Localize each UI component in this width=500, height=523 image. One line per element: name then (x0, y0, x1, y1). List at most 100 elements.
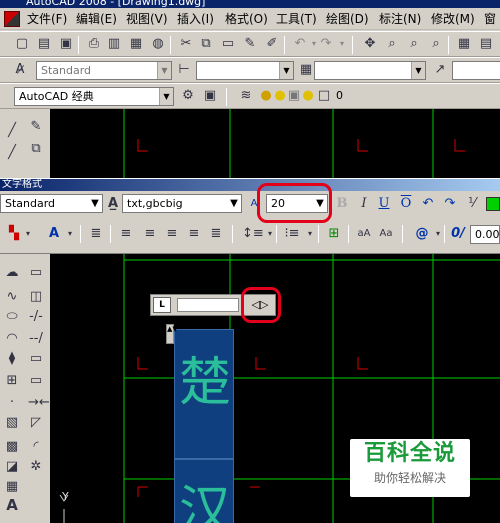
multileader-style-select[interactable] (452, 61, 500, 80)
chamfer-icon[interactable]: ◸ (28, 415, 44, 431)
ellipse-icon[interactable]: ⬭ (4, 309, 20, 325)
point-icon[interactable]: · (4, 395, 20, 411)
cut-icon[interactable]: ✂ (178, 36, 194, 52)
publish-icon[interactable]: ▦ (128, 36, 144, 52)
text-style-select[interactable]: Standard ▼ (36, 61, 172, 80)
workspace-settings-icon[interactable]: ⚙ (180, 88, 196, 104)
line-icon[interactable]: ╱ (4, 123, 20, 139)
join-icon[interactable]: →← (28, 395, 50, 411)
justify-icon[interactable]: ≡ (186, 226, 202, 242)
underline-button[interactable]: U (376, 196, 392, 212)
zoom-window-icon[interactable]: ⌕ (406, 36, 422, 52)
multiline-text-icon[interactable]: A (4, 497, 20, 513)
oblique-angle-input[interactable]: 0.000 (470, 225, 500, 244)
chevron-down-icon[interactable]: ▼ (227, 195, 241, 212)
construction-line-icon[interactable]: ╱ (4, 145, 20, 161)
stack-icon[interactable]: ⅟ (464, 196, 480, 212)
text-editor-area[interactable]: 楚 (174, 329, 234, 459)
table-style-icon[interactable]: ▦ (298, 62, 314, 78)
zoom-realtime-icon[interactable]: ⌕ (384, 36, 400, 52)
multileader-style-icon[interactable]: ↗ (432, 62, 448, 78)
color-swatch[interactable] (486, 197, 500, 211)
align-left-icon[interactable]: ≡ (118, 226, 134, 242)
ruler-scale[interactable] (177, 298, 239, 312)
menu-edit[interactable]: 编辑(E) (76, 11, 117, 27)
chevron-down-icon[interactable]: ▼ (159, 88, 173, 105)
layer-manager-icon[interactable]: ≋ (238, 88, 254, 104)
ellipse-arc-icon[interactable]: ◠ (4, 331, 20, 347)
uppercase-button[interactable]: aA (356, 226, 372, 242)
chevron-down-icon[interactable]: ▼ (411, 62, 425, 79)
redo-dropdown-icon[interactable]: ▾ (334, 36, 350, 52)
menu-file[interactable]: 文件(F) (27, 11, 67, 27)
text-editor-area-lower[interactable]: 汉 (174, 459, 234, 523)
scale-icon[interactable]: ▭ (28, 265, 44, 281)
new-icon[interactable]: ▢ (14, 36, 30, 52)
gradient-icon[interactable]: ▩ (4, 439, 20, 455)
line-spacing-icon[interactable]: ↕≡ (242, 226, 264, 242)
undo-icon[interactable]: ↶ (420, 196, 436, 212)
make-block-icon[interactable]: ⊞ (4, 373, 20, 389)
height-resize-handle[interactable]: ▲▼ (166, 324, 178, 344)
layer-color-icon[interactable]: □ (316, 88, 332, 104)
globe-icon[interactable]: ◍ (150, 36, 166, 52)
fillet-icon[interactable]: ◜ (28, 439, 44, 455)
explode-icon[interactable]: ✲ (28, 459, 44, 475)
insert-block-icon[interactable]: ⧫ (4, 351, 20, 367)
chevron-down-icon[interactable]: ▼ (88, 195, 102, 212)
dim-style-select[interactable]: ▼ (196, 61, 294, 80)
align-center-icon[interactable]: ≡ (142, 226, 158, 242)
font-dropdown[interactable]: txt,gbcbig ▼ (122, 194, 242, 213)
menu-tools[interactable]: 工具(T) (276, 11, 317, 27)
menu-insert[interactable]: 插入(I) (177, 11, 214, 27)
copy-icon[interactable]: ⧉ (198, 36, 214, 52)
properties-icon[interactable]: ▦ (456, 36, 472, 52)
chevron-down-icon[interactable]: ▾ (62, 226, 78, 242)
revcloud-icon[interactable]: ☁ (4, 265, 20, 281)
preview-icon[interactable]: ▥ (106, 36, 122, 52)
chevron-down-icon[interactable]: ▼ (157, 62, 171, 79)
table-icon[interactable]: ▦ (4, 479, 20, 495)
open-icon[interactable]: ▤ (36, 36, 52, 52)
break-at-point-icon[interactable]: ▭ (28, 351, 44, 367)
menu-window[interactable]: 窗 (484, 11, 496, 27)
layer-name[interactable]: 0 (336, 89, 343, 102)
save-workspace-icon[interactable]: ▣ (202, 88, 218, 104)
dim-style-icon[interactable]: ⊢ (176, 62, 192, 78)
table-style-select[interactable]: ▼ (314, 61, 426, 80)
extend-icon[interactable]: --/ (28, 331, 44, 347)
text-style-dropdown[interactable]: Standard ▼ (0, 194, 103, 213)
overline-button[interactable]: O (398, 196, 414, 212)
lowercase-button[interactable]: Aa (378, 226, 394, 242)
paste-icon[interactable]: ▭ (220, 36, 236, 52)
match-properties-icon[interactable]: ✎ (242, 36, 258, 52)
menu-format[interactable]: 格式(O) (225, 11, 268, 27)
chevron-down-icon[interactable]: ▼ (279, 62, 293, 79)
menu-dimension[interactable]: 标注(N) (379, 11, 421, 27)
erase-icon[interactable]: ✎ (28, 119, 44, 135)
insert-field-icon[interactable]: ⊞ (326, 226, 342, 242)
save-icon[interactable]: ▣ (58, 36, 74, 52)
mtext-justify-icon[interactable]: A (46, 226, 62, 242)
chevron-down-icon[interactable]: ▾ (302, 226, 318, 242)
layer-freeze-icon[interactable]: ● (300, 88, 316, 104)
print-icon[interactable]: ⎙ (86, 36, 102, 52)
trim-icon[interactable]: -/- (28, 309, 44, 325)
copy-object-icon[interactable]: ⧉ (28, 141, 44, 157)
redo-icon[interactable]: ↷ (442, 196, 458, 212)
region-icon[interactable]: ◪ (4, 459, 20, 475)
menu-draw[interactable]: 绘图(D) (326, 11, 369, 27)
redo-icon[interactable]: ↷ (318, 36, 334, 52)
break-icon[interactable]: ▭ (28, 373, 44, 389)
paragraph-icon[interactable]: ≣ (88, 226, 104, 242)
bold-button[interactable]: B (334, 196, 350, 212)
menu-modify[interactable]: 修改(M) (431, 11, 475, 27)
hatch-icon[interactable]: ▧ (4, 415, 20, 431)
chevron-down-icon[interactable]: ▾ (20, 226, 36, 242)
zoom-previous-icon[interactable]: ⌕ (428, 36, 444, 52)
numbering-icon[interactable]: ⁝≡ (284, 226, 300, 242)
design-center-icon[interactable]: ▤ (478, 36, 494, 52)
workspace-select[interactable]: AutoCAD 经典 ▼ (14, 87, 174, 106)
italic-button[interactable]: I (356, 196, 372, 212)
tab-marker[interactable]: L (153, 297, 171, 313)
